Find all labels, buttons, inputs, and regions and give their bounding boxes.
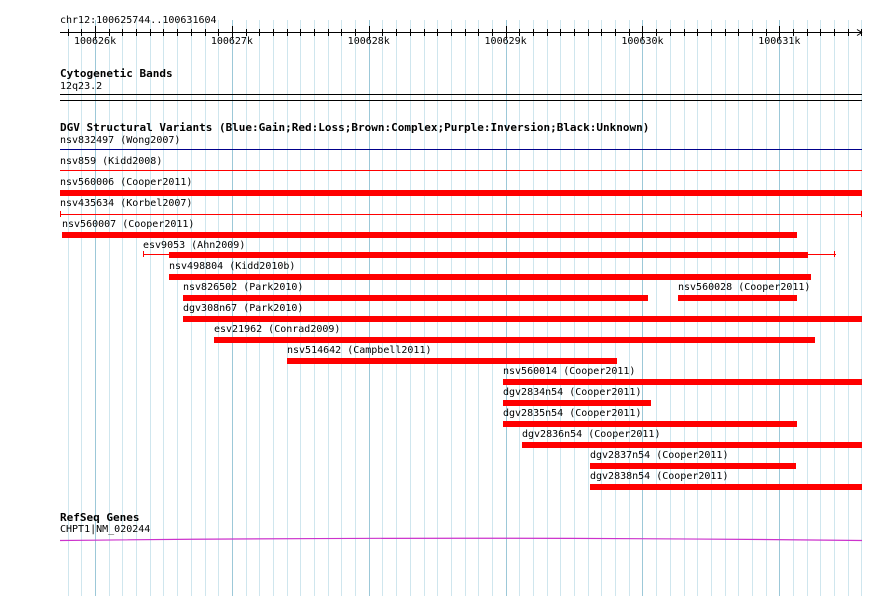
variant-bar[interactable] <box>60 190 862 196</box>
variant-label[interactable]: dgv2836n54 (Cooper2011) <box>522 429 660 441</box>
variant-whisker-end[interactable] <box>60 211 61 217</box>
ruler-tick-label: 100630k <box>621 36 663 47</box>
variant-whisker-end[interactable] <box>834 251 835 257</box>
refseq-gene-track[interactable] <box>0 530 890 550</box>
variant-bar[interactable] <box>287 358 617 364</box>
ruler[interactable]: 100626k 100627k 100628k 100629k 100630k 10063… <box>0 20 890 70</box>
variant-label[interactable]: esv21962 (Conrad2009) <box>214 324 340 336</box>
variant-label[interactable]: dgv2837n54 (Cooper2011) <box>590 450 728 462</box>
variant-label[interactable]: nsv560006 (Cooper2011) <box>60 177 192 189</box>
variant-label[interactable]: dgv308n67 (Park2010) <box>183 303 303 315</box>
variant-label[interactable]: nsv826502 (Park2010) <box>183 282 303 294</box>
variant-bar[interactable] <box>503 400 651 406</box>
variant-bar[interactable] <box>503 379 862 385</box>
cytoband-band[interactable] <box>60 94 862 95</box>
ruler-tick-label: 100631k <box>758 36 800 47</box>
genome-browser: chr12:100625744..100631604 100626k 100627… <box>0 0 890 596</box>
variant-whisker-end[interactable] <box>861 211 862 217</box>
variant-whisker-end[interactable] <box>143 251 144 257</box>
variant-label[interactable]: nsv560028 (Cooper2011) <box>678 282 810 294</box>
variant-label[interactable]: dgv2834n54 (Cooper2011) <box>503 387 641 399</box>
variant-bar[interactable] <box>678 295 797 301</box>
variant-label[interactable]: nsv859 (Kidd2008) <box>60 156 162 168</box>
variant-label[interactable]: nsv514642 (Campbell2011) <box>287 345 432 357</box>
variant-bar[interactable] <box>169 274 811 280</box>
variant-bar[interactable] <box>183 295 648 301</box>
cytoband-label[interactable]: 12q23.2 <box>60 81 102 93</box>
variant-bar[interactable] <box>183 316 862 322</box>
variant-whisker-line[interactable] <box>60 214 862 215</box>
variant-bar[interactable] <box>590 463 796 469</box>
variant-bar[interactable] <box>169 252 808 258</box>
variant-label[interactable]: nsv560014 (Cooper2011) <box>503 366 635 378</box>
variant-label[interactable]: dgv2838n54 (Cooper2011) <box>590 471 728 483</box>
ruler-tick-label: 100628k <box>348 36 390 47</box>
variant-bar[interactable] <box>503 421 797 427</box>
variant-label[interactable]: nsv498804 (Kidd2010b) <box>169 261 295 273</box>
variant-label[interactable]: dgv2835n54 (Cooper2011) <box>503 408 641 420</box>
variant-label[interactable]: nsv560007 (Cooper2011) <box>62 219 194 231</box>
refseq-track-title: RefSeq Genes <box>60 511 140 524</box>
dgv-track-title: DGV Structural Variants (Blue:Gain;Red:L… <box>60 121 650 134</box>
ruler-tick-label: 100627k <box>211 36 253 47</box>
variant-bar[interactable] <box>62 232 797 238</box>
variant-bar[interactable] <box>590 484 862 490</box>
refseq-gene-line[interactable] <box>59 537 863 542</box>
variant-label[interactable]: esv9053 (Ahn2009) <box>143 240 245 252</box>
ruler-tick-label: 100626k <box>74 36 116 47</box>
variant-line[interactable] <box>60 170 862 171</box>
ruler-tick-label: 100629k <box>485 36 527 47</box>
cytoband-baseline <box>60 100 862 101</box>
variant-line[interactable] <box>60 149 862 150</box>
variant-label[interactable]: nsv435634 (Korbel2007) <box>60 198 192 210</box>
cytoband-track-title: Cytogenetic Bands <box>60 67 173 80</box>
variant-bar[interactable] <box>522 442 862 448</box>
variant-label[interactable]: nsv832497 (Wong2007) <box>60 135 180 147</box>
variant-bar[interactable] <box>214 337 815 343</box>
